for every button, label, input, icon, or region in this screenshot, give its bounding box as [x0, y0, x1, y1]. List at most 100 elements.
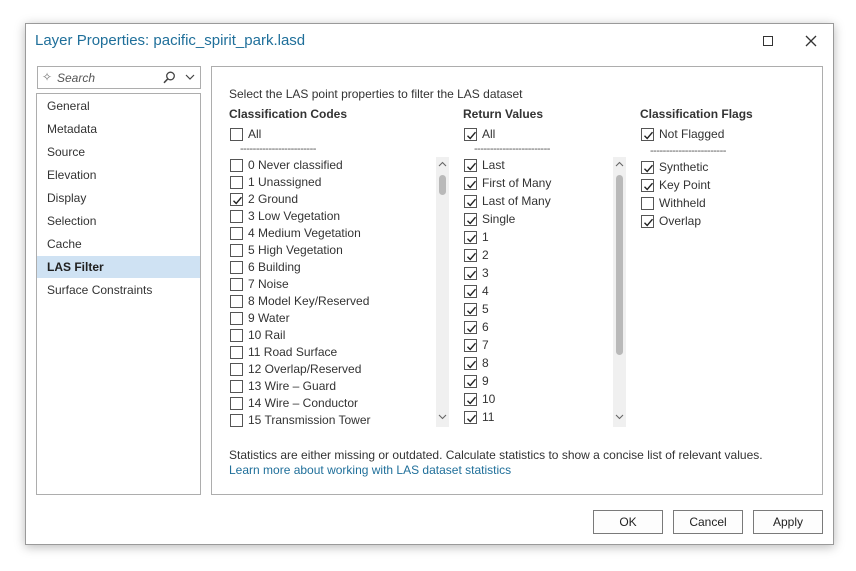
- classification-flags-list: Synthetic Key Point Withheld Overlap: [641, 159, 801, 239]
- checkbox-box[interactable]: [230, 159, 243, 172]
- checkbox-box[interactable]: [641, 197, 654, 210]
- checkbox-box[interactable]: [230, 346, 243, 359]
- sparkle-icon: ✧: [42, 70, 53, 84]
- scroll-up-button[interactable]: [437, 159, 448, 170]
- checkbox-box[interactable]: [464, 213, 477, 226]
- nav-item-metadata[interactable]: Metadata: [37, 118, 200, 140]
- checkbox-box[interactable]: [230, 312, 243, 325]
- checkbox-box[interactable]: [464, 231, 477, 244]
- checkbox-box[interactable]: [230, 329, 243, 342]
- scroll-thumb[interactable]: [616, 175, 623, 355]
- codes-scrollbar[interactable]: [436, 157, 449, 427]
- nav-item-cache[interactable]: Cache: [37, 233, 200, 255]
- checkbox-box[interactable]: [641, 179, 654, 192]
- search-input[interactable]: [57, 69, 157, 86]
- nav-item-las-filter[interactable]: LAS Filter: [37, 256, 200, 278]
- checkbox-label: 1: [482, 230, 489, 244]
- checkbox-box[interactable]: [464, 411, 477, 424]
- nav-item-surface-constraints[interactable]: Surface Constraints: [37, 279, 200, 301]
- nav-item-selection[interactable]: Selection: [37, 210, 200, 232]
- checkmark-icon: [233, 196, 243, 205]
- checkbox-box[interactable]: [230, 244, 243, 257]
- chevron-down-icon: [438, 414, 447, 420]
- checkmark-icon: [467, 414, 477, 423]
- chevron-down-icon: [615, 414, 624, 420]
- nav-item-display[interactable]: Display: [37, 187, 200, 209]
- checkbox-box[interactable]: [464, 128, 477, 141]
- checkbox-box[interactable]: [230, 397, 243, 410]
- checkbox-box[interactable]: [230, 414, 243, 427]
- checkbox-box[interactable]: [641, 161, 654, 174]
- classification-codes-list: 0 Never classified 1 Unassigned 2 Ground 3 …: [230, 157, 435, 427]
- checkbox-box[interactable]: [464, 321, 477, 334]
- returns-separator: ------------------------: [474, 143, 550, 155]
- checkmark-icon: [467, 396, 477, 405]
- checkbox-box[interactable]: [464, 393, 477, 406]
- scroll-down-button[interactable]: [614, 412, 625, 423]
- search-box[interactable]: ✧: [37, 66, 201, 89]
- checkbox-box[interactable]: [464, 303, 477, 316]
- scroll-thumb[interactable]: [439, 175, 446, 195]
- statistics-help-link[interactable]: Learn more about working with LAS datase…: [229, 463, 511, 477]
- classification-flags-header: Classification Flags: [640, 107, 753, 121]
- checkbox-label: Synthetic: [659, 160, 709, 174]
- window-title: Layer Properties: pacific_spirit_park.la…: [35, 32, 306, 49]
- search-icon[interactable]: [163, 71, 176, 84]
- checkbox-label: 1 Unassigned: [248, 175, 322, 189]
- checkbox-box[interactable]: [230, 380, 243, 393]
- checkbox-box[interactable]: [464, 357, 477, 370]
- scroll-up-button[interactable]: [614, 159, 625, 170]
- nav-item-elevation[interactable]: Elevation: [37, 164, 200, 186]
- title-bar: Layer Properties: pacific_spirit_park.la…: [26, 24, 833, 58]
- apply-button[interactable]: Apply: [753, 510, 823, 534]
- checkbox-box[interactable]: [230, 261, 243, 274]
- checkbox-box[interactable]: [230, 176, 243, 189]
- checkmark-icon: [644, 164, 654, 173]
- returns-scrollbar[interactable]: [613, 157, 626, 427]
- checkmark-icon: [644, 182, 654, 191]
- las-filter-panel: Select the LAS point properties to filte…: [211, 66, 823, 495]
- checkbox-label: 15 Transmission Tower: [248, 413, 371, 427]
- checkbox-label: All: [248, 127, 262, 141]
- checkbox-box[interactable]: [230, 193, 243, 206]
- checkbox-box[interactable]: [641, 215, 654, 228]
- checkbox-label: 5 High Vegetation: [248, 243, 343, 257]
- nav-item-source[interactable]: Source: [37, 141, 200, 163]
- checkmark-icon: [467, 288, 477, 297]
- checkbox-label: 8: [482, 356, 489, 370]
- checkbox-box[interactable]: [464, 267, 477, 280]
- checkbox-box[interactable]: [464, 375, 477, 388]
- property-page-list: General Metadata Source Elevation Display Sel…: [36, 93, 201, 495]
- checkbox-label: 4 Medium Vegetation: [248, 226, 361, 240]
- checkbox-box[interactable]: [641, 128, 654, 141]
- statistics-message: Statistics are either missing or outdate…: [229, 448, 763, 462]
- classification-codes-header: Classification Codes: [229, 107, 348, 121]
- checkbox-box[interactable]: [464, 177, 477, 190]
- checkbox-label: 9 Water: [248, 311, 290, 325]
- close-button[interactable]: [796, 28, 826, 54]
- checkbox-box[interactable]: [230, 128, 243, 141]
- maximize-button[interactable]: [753, 28, 783, 54]
- checkbox-label: 13 Wire – Guard: [248, 379, 337, 393]
- checkmark-icon: [467, 378, 477, 387]
- ok-button[interactable]: OK: [593, 510, 663, 534]
- checkbox-box[interactable]: [464, 195, 477, 208]
- checkmark-icon: [467, 270, 477, 279]
- chevron-down-icon[interactable]: [185, 73, 195, 81]
- checkbox-box[interactable]: [464, 339, 477, 352]
- checkbox-box[interactable]: [464, 285, 477, 298]
- checkbox-box[interactable]: [230, 363, 243, 376]
- scroll-down-button[interactable]: [437, 412, 448, 423]
- checkbox-box[interactable]: [464, 159, 477, 172]
- intro-text: Select the LAS point properties to filte…: [229, 87, 523, 101]
- checkbox-label: 10 Rail: [248, 328, 286, 342]
- checkbox-box[interactable]: [230, 227, 243, 240]
- nav-item-general[interactable]: General: [37, 95, 200, 117]
- checkbox-box[interactable]: [230, 295, 243, 308]
- checkbox-label: 8 Model Key/Reserved: [248, 294, 370, 308]
- checkbox-box[interactable]: [464, 249, 477, 262]
- checkbox-box[interactable]: [230, 278, 243, 291]
- layer-properties-dialog: Layer Properties: pacific_spirit_park.la…: [25, 23, 834, 545]
- checkbox-box[interactable]: [230, 210, 243, 223]
- cancel-button[interactable]: Cancel: [673, 510, 743, 534]
